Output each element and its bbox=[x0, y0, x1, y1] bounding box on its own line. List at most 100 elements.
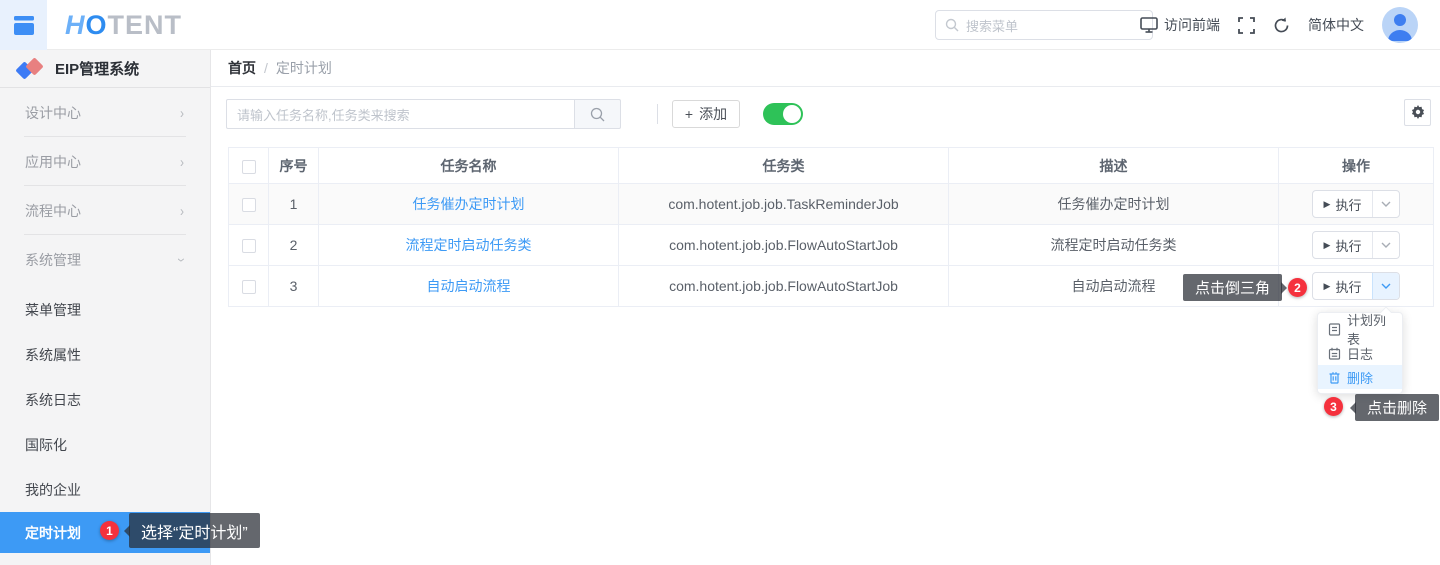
execute-split-button: ▶ 执行 bbox=[1311, 272, 1401, 300]
sidebar-menu-item[interactable]: 国际化 bbox=[0, 422, 210, 467]
row-select-cell bbox=[228, 224, 269, 266]
step-tooltip-2: 点击倒三角 bbox=[1183, 274, 1288, 301]
sidebar-item-label: 定时计划 bbox=[25, 524, 81, 541]
plus-icon: + bbox=[684, 106, 694, 122]
dropdown-item-plan-list[interactable]: 计划列表 bbox=[1318, 313, 1402, 347]
row-action-dropdown: 计划列表 日志 删除 bbox=[1317, 306, 1403, 394]
chevron-right-icon: › bbox=[180, 104, 184, 121]
log-icon bbox=[1328, 347, 1341, 360]
execute-dropdown-toggle[interactable] bbox=[1372, 232, 1399, 258]
sidebar-group-item[interactable]: 系统管理 › bbox=[0, 235, 210, 284]
play-icon: ▶ bbox=[1323, 239, 1331, 250]
step-tooltip-3: 点击删除 bbox=[1349, 394, 1440, 421]
select-all-checkbox[interactable] bbox=[241, 159, 256, 174]
sidebar-group-label: 应用中心 bbox=[25, 153, 81, 170]
top-bar: H O TENT 搜索菜单 访问前端 简体中文 bbox=[0, 0, 1440, 50]
sidebar-item-label: 国际化 bbox=[25, 436, 67, 453]
fullscreen-icon bbox=[1238, 16, 1255, 34]
execute-button[interactable]: ▶ 执行 bbox=[1313, 273, 1373, 299]
task-class-cell: com.hotent.job.job.TaskReminderJob bbox=[618, 183, 949, 225]
sidebar-menu-item[interactable]: 我的企业 bbox=[0, 467, 210, 512]
table-row: 1 任务催办定时计划 com.hotent.job.job.TaskRemind… bbox=[228, 183, 1434, 225]
plan-list-icon bbox=[1328, 322, 1341, 336]
task-search-input[interactable]: 请输入任务名称,任务类来搜索 bbox=[226, 99, 575, 129]
col-header-index: 序号 bbox=[268, 147, 319, 184]
sidebar: EIP管理系统 设计中心 › 应用中心 › 流程中心 › 系统管理 › 菜单管理… bbox=[0, 50, 211, 565]
dropdown-item-delete[interactable]: 删除 bbox=[1318, 365, 1402, 389]
sidebar-group-item[interactable]: 流程中心 › bbox=[0, 186, 210, 235]
toolbar-divider bbox=[657, 104, 658, 124]
task-name-link[interactable]: 流程定时启动任务类 bbox=[406, 237, 532, 253]
execute-button-label: 执行 bbox=[1335, 279, 1362, 295]
fullscreen-button[interactable] bbox=[1238, 16, 1255, 34]
row-checkbox[interactable] bbox=[241, 239, 256, 254]
visit-frontend-button[interactable]: 访问前端 bbox=[1140, 15, 1220, 35]
chevron-down-icon bbox=[1381, 283, 1391, 289]
menu-search-input[interactable]: 搜索菜单 bbox=[935, 10, 1153, 40]
execute-button[interactable]: ▶ 执行 bbox=[1313, 232, 1373, 258]
language-switcher[interactable]: 简体中文 bbox=[1308, 15, 1364, 35]
execute-button[interactable]: ▶ 执行 bbox=[1313, 191, 1373, 217]
chevron-right-icon: › bbox=[173, 257, 191, 262]
row-index: 1 bbox=[268, 183, 319, 225]
sidebar-group-label: 系统管理 bbox=[25, 251, 81, 268]
task-description-cell: 流程定时启动任务类 bbox=[948, 224, 1279, 266]
add-button-label: 添加 bbox=[699, 106, 728, 122]
play-icon: ▶ bbox=[1323, 280, 1331, 291]
execute-button-label: 执行 bbox=[1335, 197, 1362, 213]
task-description-cell: 任务催办定时计划 bbox=[948, 183, 1279, 225]
step-badge-2: 2 bbox=[1288, 278, 1307, 297]
chevron-down-icon bbox=[1381, 201, 1391, 207]
breadcrumb-current: 定时计划 bbox=[275, 60, 332, 76]
system-title: EIP管理系统 bbox=[55, 61, 140, 78]
col-header-job-class: 任务类 bbox=[618, 147, 949, 184]
table-row: 2 流程定时启动任务类 com.hotent.job.job.FlowAutoS… bbox=[228, 224, 1434, 266]
enable-toggle[interactable] bbox=[763, 103, 803, 125]
table-settings-button[interactable] bbox=[1404, 99, 1431, 126]
sidebar-item-label: 系统属性 bbox=[25, 346, 81, 363]
sidebar-collapse-button[interactable] bbox=[0, 0, 47, 50]
sidebar-group-item[interactable]: 设计中心 › bbox=[0, 88, 210, 137]
user-avatar[interactable] bbox=[1382, 7, 1418, 43]
hotent-logo: H O TENT bbox=[65, 0, 182, 50]
breadcrumb-home[interactable]: 首页 bbox=[228, 58, 256, 78]
search-icon bbox=[945, 18, 959, 32]
sidebar-group-item[interactable]: 应用中心 › bbox=[0, 137, 210, 186]
monitor-icon bbox=[1140, 17, 1158, 33]
task-name-link[interactable]: 自动启动流程 bbox=[427, 278, 511, 294]
add-button[interactable]: + 添加 bbox=[672, 100, 740, 128]
task-search-placeholder: 请输入任务名称,任务类来搜索 bbox=[237, 107, 410, 123]
sidebar-item-label: 我的企业 bbox=[25, 481, 81, 498]
row-checkbox[interactable] bbox=[241, 280, 256, 295]
sidebar-menu-item[interactable]: 系统属性 bbox=[0, 332, 210, 377]
execute-dropdown-toggle[interactable] bbox=[1372, 191, 1399, 217]
select-all-cell bbox=[228, 147, 269, 184]
row-select-cell bbox=[228, 265, 269, 307]
sidebar-menu-item[interactable]: 菜单管理 bbox=[0, 287, 210, 332]
row-checkbox[interactable] bbox=[241, 198, 256, 213]
execute-dropdown-toggle[interactable] bbox=[1372, 273, 1400, 299]
task-search-button[interactable] bbox=[575, 99, 621, 129]
play-icon: ▶ bbox=[1323, 198, 1331, 209]
breadcrumb: 首页 / 定时计划 bbox=[211, 50, 1440, 87]
logo-text-h: H bbox=[65, 9, 86, 40]
sidebar-groups: 设计中心 › 应用中心 › 流程中心 › 系统管理 › bbox=[0, 88, 210, 284]
refresh-button[interactable] bbox=[1273, 17, 1290, 34]
table-header-row: 序号 任务名称 任务类 描述 操作 bbox=[228, 147, 1434, 184]
col-header-name: 任务名称 bbox=[318, 147, 619, 184]
sidebar-group-label: 流程中心 bbox=[25, 202, 81, 219]
eip-logo-icon bbox=[15, 56, 44, 80]
refresh-icon bbox=[1274, 17, 1289, 32]
breadcrumb-separator: / bbox=[264, 60, 268, 76]
execute-split-button: ▶ 执行 bbox=[1311, 190, 1401, 218]
row-actions-cell: ▶ 执行 bbox=[1278, 224, 1434, 266]
row-select-cell bbox=[228, 183, 269, 225]
execute-split-button: ▶ 执行 bbox=[1311, 231, 1401, 259]
sidebar-menu-item[interactable]: 系统日志 bbox=[0, 377, 210, 422]
row-actions-cell: ▶ 执行 bbox=[1278, 183, 1434, 225]
step-tooltip-1: 选择“定时计划” bbox=[124, 513, 260, 548]
main-content: 首页 / 定时计划 请输入任务名称,任务类来搜索 + 添加 序号 任务名称 任务… bbox=[211, 50, 1440, 565]
toggle-knob bbox=[783, 105, 801, 123]
task-name-link[interactable]: 任务催办定时计划 bbox=[413, 196, 525, 212]
row-index: 2 bbox=[268, 224, 319, 266]
